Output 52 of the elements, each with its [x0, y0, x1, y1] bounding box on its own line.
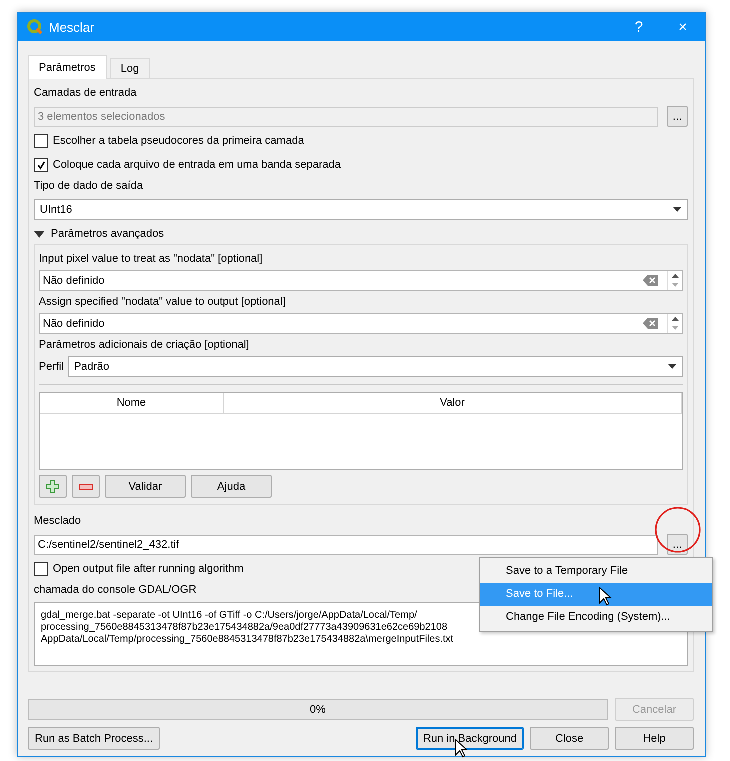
- spin-up-icon[interactable]: [672, 316, 678, 321]
- remove-button[interactable]: [72, 475, 100, 498]
- menu-item[interactable]: Change File Encoding (System)...: [480, 606, 712, 629]
- cursor-icon: [599, 587, 613, 607]
- clear-icon[interactable]: [643, 318, 659, 329]
- caret-icon: [668, 364, 677, 369]
- column-header[interactable]: Nome: [40, 393, 224, 413]
- dialog-button[interactable]: Help: [615, 727, 694, 750]
- spin-field[interactable]: Não definido: [39, 313, 683, 334]
- tab[interactable]: Parâmetros: [28, 55, 107, 79]
- field-label: Tipo de dado de saída: [34, 179, 144, 193]
- checkbox-label: Coloque cada arquivo de entrada em uma banda separada: [53, 159, 342, 171]
- checkbox[interactable]: [34, 562, 48, 576]
- spin-up-icon[interactable]: [672, 274, 678, 278]
- action-button[interactable]: Validar: [105, 475, 186, 498]
- field-label: chamada do console GDAL/OGR: [34, 583, 197, 597]
- app-logo-icon: [27, 19, 43, 35]
- console-line: AppData/Local/Temp/processing_7560e8845313478f87b23e175434882a\mergeInputFiles.txt: [41, 634, 454, 646]
- action-button[interactable]: Ajuda: [191, 475, 272, 498]
- field-label: Mesclado: [34, 514, 82, 528]
- caret-icon: [673, 207, 682, 212]
- clear-icon[interactable]: [643, 275, 659, 286]
- console-line: processing_7560e8845313478f87b23e175434882a/9ea0df27773a43909631e62ce69b2108: [41, 622, 448, 634]
- spin-field[interactable]: Não definido: [39, 270, 683, 291]
- field-label: Parâmetros adicionais de criação [optional]: [39, 338, 250, 352]
- add-button[interactable]: [39, 475, 67, 498]
- minus-icon: [79, 484, 93, 490]
- dropdown[interactable]: UInt16: [34, 199, 688, 220]
- field-label: Assign specified "nodata" value to output [optional]: [39, 295, 286, 309]
- field-label: Perfil: [39, 360, 64, 372]
- tab[interactable]: Log: [110, 58, 150, 78]
- plus-icon: [46, 480, 60, 494]
- collapse-triangle-icon[interactable]: [34, 228, 45, 240]
- annotation-circle: [654, 506, 702, 554]
- column-header[interactable]: Valor: [224, 393, 682, 413]
- field-label: Input pixel value to treat as "nodata" [optional]: [39, 252, 263, 266]
- checkbox[interactable]: [34, 158, 48, 172]
- checkbox-label: Escolher a tabela pseudocores da primeira camada: [53, 135, 304, 147]
- dialog-button[interactable]: Run in Background: [416, 727, 524, 750]
- console-line: gdal_merge.bat -separate -ot UInt16 -of GTiff -o C:/Users/jorge/AppData/Local/Temp/: [41, 610, 418, 622]
- checkbox[interactable]: [34, 134, 48, 148]
- menu-item[interactable]: Save to a Temporary File: [480, 560, 712, 583]
- dialog-button[interactable]: Run as Batch Process...: [28, 727, 160, 750]
- dialog-button[interactable]: Close: [530, 727, 609, 750]
- progress-text: 0%: [310, 704, 326, 716]
- checkbox-label: Open output file after running algorithm: [53, 563, 244, 575]
- dropdown[interactable]: Padrão: [68, 356, 683, 377]
- input-field[interactable]: C:/sentinel2/sentinel2_432.tif: [34, 534, 658, 554]
- window-title: Mesclar: [49, 20, 96, 34]
- field-label: Camadas de entrada: [34, 86, 137, 100]
- section-header[interactable]: Parâmetros avançados: [51, 228, 164, 240]
- browse-button[interactable]: ...: [667, 534, 688, 555]
